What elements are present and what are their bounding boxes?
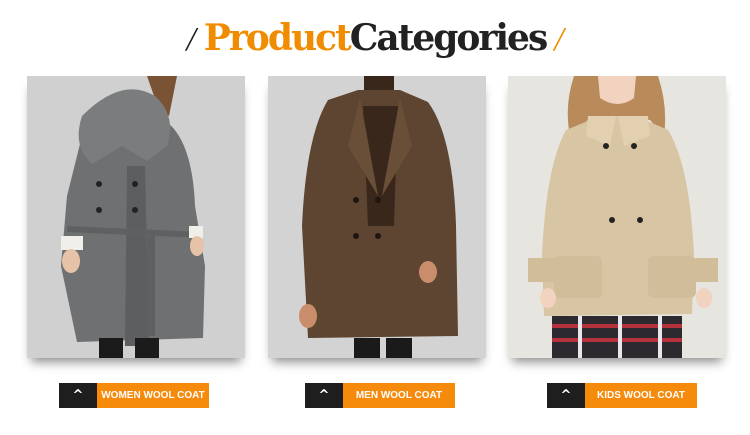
women-wool-coat-button[interactable]: ^ WOMEN WOOL COAT [59,383,209,408]
category-card-kids[interactable] [508,76,726,358]
chevron-up-icon: ^ [547,383,585,408]
section-title-highlight: Product [203,17,352,59]
decor-slash-left: / [186,21,196,58]
men-wool-coat-button[interactable]: ^ MEN WOOL COAT [305,383,455,408]
chevron-up-icon: ^ [305,383,343,408]
kids-wool-coat-label: KIDS WOOL COAT [585,383,697,408]
kids-coat-photo[interactable] [508,76,726,358]
category-card-men[interactable] [268,76,486,358]
kids-wool-coat-button[interactable]: ^ KIDS WOOL COAT [547,383,697,408]
section-header: / ProductCategories / [0,10,750,66]
women-wool-coat-label: WOMEN WOOL COAT [97,383,209,408]
chevron-up-icon: ^ [59,383,97,408]
men-coat-photo[interactable] [268,76,486,358]
women-coat-photo[interactable] [27,76,245,358]
section-title: ProductCategories [203,17,549,59]
men-wool-coat-label: MEN WOOL COAT [343,383,455,408]
category-card-women[interactable] [27,76,245,358]
section-title-main: Categories [349,17,549,59]
decor-slash-right: / [554,21,564,58]
